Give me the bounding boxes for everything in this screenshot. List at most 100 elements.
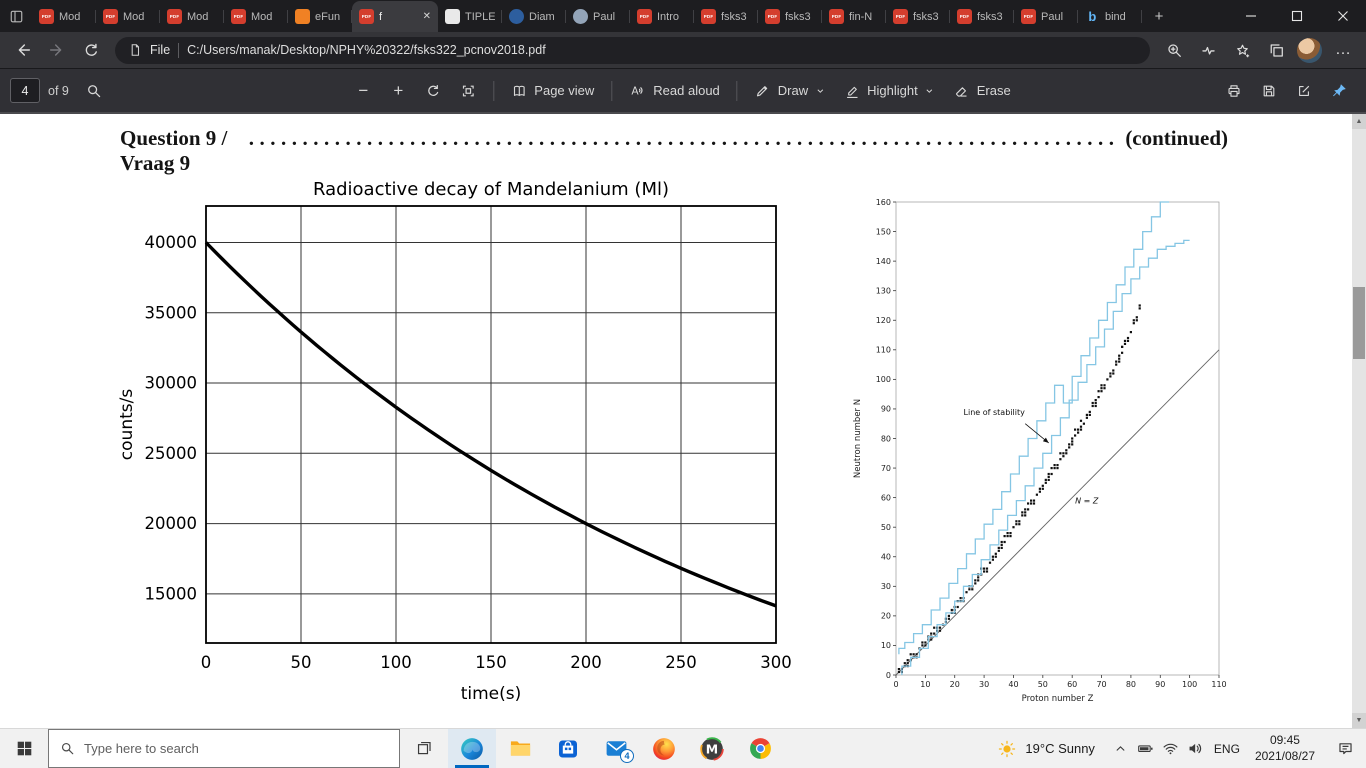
browser-tab[interactable]: Diam (502, 1, 566, 32)
taskbar-app-edge-icon[interactable] (448, 729, 496, 768)
svg-text:Proton number Z: Proton number Z (1022, 694, 1094, 704)
browser-tab[interactable]: PDF fsks3 (950, 1, 1014, 32)
browser-tab[interactable]: PDF fsks3 (758, 1, 822, 32)
taskbar-app-file-explorer-icon[interactable] (496, 729, 544, 768)
tab-strip: PDF Mod PDF Mod PDF Mod PDF Mod eFun PDF f ✕ TIPLE Di… (32, 0, 1142, 32)
search-input[interactable] (84, 741, 388, 756)
volume-icon[interactable] (1183, 729, 1208, 768)
tab-title: fsks3 (977, 10, 1003, 23)
add-notes-icon[interactable] (1287, 75, 1321, 107)
browser-tab[interactable]: TIPLE (438, 1, 502, 32)
browser-tab[interactable]: PDF Mod (32, 1, 96, 32)
profile-avatar[interactable] (1297, 37, 1322, 63)
page-view-button[interactable]: Page view (502, 75, 603, 107)
vertical-scrollbar[interactable]: ▲ ▼ (1352, 114, 1366, 728)
zoom-out-button[interactable]: − (346, 75, 380, 107)
pdf-toolbar-center: − + Page view A Read aloud Draw Highligh… (346, 75, 1019, 107)
browser-tab[interactable]: PDF Paul (1014, 1, 1078, 32)
tab-title: Mod (251, 10, 273, 23)
highlight-button[interactable]: Highlight (835, 75, 944, 107)
chevron-down-icon (926, 88, 933, 93)
fit-page-icon[interactable] (451, 75, 485, 107)
scrollbar-thumb[interactable] (1353, 287, 1365, 359)
taskbar-app-icons: 4M (448, 729, 784, 768)
back-button[interactable] (6, 35, 40, 65)
taskbar-weather[interactable]: 19°C Sunny (985, 729, 1108, 768)
tab-close-icon[interactable]: ✕ (423, 11, 431, 22)
svg-text:15000: 15000 (145, 584, 198, 603)
browser-tab[interactable]: Paul (566, 1, 630, 32)
settings-more-icon[interactable]: … (1326, 35, 1360, 65)
tab-title: Diam (529, 10, 555, 23)
taskbar-app-outlook-icon[interactable]: 4 (592, 729, 640, 768)
svg-text:60: 60 (881, 493, 891, 502)
refresh-button[interactable] (74, 35, 108, 65)
forward-button[interactable] (40, 35, 74, 65)
browser-tab[interactable]: PDF Mod (224, 1, 288, 32)
zoom-in-button[interactable]: + (381, 75, 415, 107)
read-aloud-button[interactable]: A Read aloud (620, 75, 729, 107)
browser-tab[interactable]: PDF f ✕ (352, 1, 438, 32)
pdf-favicon: PDF (893, 9, 908, 24)
zoom-page-icon[interactable] (1157, 35, 1191, 65)
scroll-up-icon[interactable]: ▲ (1352, 114, 1366, 129)
clock-date: 2021/08/27 (1254, 748, 1315, 763)
new-tab-button[interactable]: + (1144, 1, 1174, 31)
browser-tab[interactable]: PDF Intro (630, 1, 694, 32)
taskbar-app-firefox-icon[interactable] (640, 729, 688, 768)
close-button[interactable] (1320, 0, 1366, 32)
find-in-document-icon[interactable] (77, 75, 111, 107)
print-icon[interactable] (1217, 75, 1251, 107)
network-icon[interactable] (1158, 729, 1183, 768)
battery-icon[interactable] (1133, 729, 1158, 768)
pdf-toolbar-right (1217, 75, 1356, 107)
task-view-icon[interactable] (400, 729, 448, 768)
tab-actions-icon[interactable] (0, 0, 32, 32)
draw-button[interactable]: Draw (746, 75, 834, 107)
svg-text:10: 10 (881, 641, 891, 650)
favorites-icon[interactable] (1225, 35, 1259, 65)
page-number-input[interactable]: 4 (10, 78, 40, 103)
pdf-favicon: PDF (103, 9, 118, 24)
browser-tab[interactable]: PDF fsks3 (886, 1, 950, 32)
svg-text:50: 50 (1038, 680, 1048, 689)
save-icon[interactable] (1252, 75, 1286, 107)
taskbar-clock[interactable]: 09:45 2021/08/27 (1246, 729, 1324, 768)
browser-tab[interactable]: PDF fsks3 (694, 1, 758, 32)
url-bar[interactable]: File C:/Users/manak/Desktop/NPHY%20322/f… (115, 36, 1150, 64)
browser-tab[interactable]: b bind (1078, 1, 1142, 32)
svg-text:A: A (631, 84, 639, 97)
rotate-icon[interactable] (416, 75, 450, 107)
window-controls (1228, 0, 1366, 32)
action-center-icon[interactable] (1324, 729, 1366, 768)
start-button[interactable] (0, 729, 48, 768)
svg-text:time(s): time(s) (461, 684, 522, 704)
browser-essentials-icon[interactable] (1191, 35, 1225, 65)
svg-text:0: 0 (201, 653, 212, 672)
pdf-favicon: PDF (765, 9, 780, 24)
browser-tab[interactable]: PDF Mod (160, 1, 224, 32)
taskbar-search[interactable] (48, 729, 400, 768)
browser-tab[interactable]: eFun (288, 1, 352, 32)
minimize-button[interactable] (1228, 0, 1274, 32)
collections-icon[interactable] (1259, 35, 1293, 65)
url-divider (178, 42, 180, 58)
svg-text:40000: 40000 (145, 233, 198, 252)
browser-tab[interactable]: PDF fin-N (822, 1, 886, 32)
highlight-label: Highlight (867, 83, 918, 98)
tray-chevron-icon[interactable] (1108, 729, 1133, 768)
svg-text:10: 10 (920, 680, 930, 689)
cube-favicon (295, 9, 310, 24)
pin-toolbar-icon[interactable] (1322, 75, 1356, 107)
erase-button[interactable]: Erase (945, 75, 1020, 107)
taskbar-app-store-icon[interactable] (544, 729, 592, 768)
browser-tab[interactable]: PDF Mod (96, 1, 160, 32)
svg-text:250: 250 (665, 653, 697, 672)
taskbar-app-moodle-icon[interactable]: M (688, 729, 736, 768)
scroll-down-icon[interactable]: ▼ (1352, 713, 1366, 728)
language-indicator[interactable]: ENG (1208, 729, 1246, 768)
taskbar-app-chrome-icon[interactable] (736, 729, 784, 768)
maximize-button[interactable] (1274, 0, 1320, 32)
svg-text:140: 140 (876, 257, 891, 266)
pdf-toolbar-left: 4 of 9 (10, 75, 111, 107)
